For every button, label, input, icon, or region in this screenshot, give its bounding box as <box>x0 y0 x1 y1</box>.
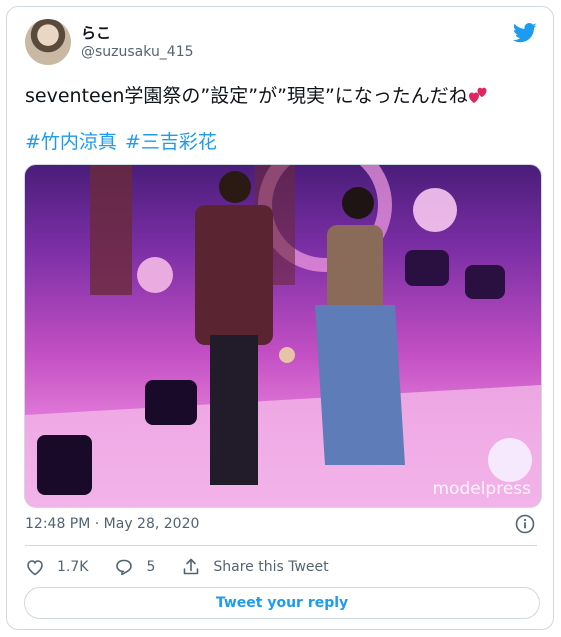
hashtag-link[interactable]: #三吉彩花 <box>125 131 217 153</box>
tweet-your-reply-button[interactable]: Tweet your reply <box>24 587 540 619</box>
hashtag-link[interactable]: #竹内涼真 <box>25 131 117 153</box>
reply-count: 5 <box>146 559 156 575</box>
reply-button[interactable]: 5 <box>114 557 155 577</box>
like-count: 1.7K <box>57 559 89 575</box>
avatar[interactable] <box>25 19 71 65</box>
photo-watermark: modelpress <box>432 479 531 499</box>
info-icon[interactable] <box>515 514 535 534</box>
reply-icon <box>116 559 133 576</box>
share-icon <box>184 558 199 575</box>
tweet-actions: 1.7K 5 Share this Tweet <box>25 555 355 579</box>
runway-photo-illustration <box>25 165 541 507</box>
tweet-timestamp[interactable]: 12:48 PM · May 28, 2020 <box>25 516 199 532</box>
share-button[interactable]: Share this Tweet <box>181 557 329 577</box>
hashtags: #竹内涼真 #三吉彩花 <box>25 127 225 154</box>
like-button[interactable]: 1.7K <box>25 557 88 577</box>
heart-icon <box>27 560 43 576</box>
share-label: Share this Tweet <box>213 559 329 575</box>
tweet-text-body: seventeen学園祭の”設定”が”現実”になったんだね <box>25 85 468 107</box>
tweet-photo[interactable]: modelpress <box>24 164 542 508</box>
display-name[interactable]: らこ <box>81 22 111 43</box>
user-handle[interactable]: @suzusaku_415 <box>81 44 194 60</box>
two-hearts-emoji <box>468 87 487 103</box>
twitter-bird-icon[interactable] <box>513 23 537 43</box>
tweet-text: seventeen学園祭の”設定”が”現実”になったんだね <box>25 83 488 109</box>
tweet-card: らこ @suzusaku_415 seventeen学園祭の”設定”が”現実”に… <box>6 6 554 630</box>
divider <box>25 545 537 546</box>
